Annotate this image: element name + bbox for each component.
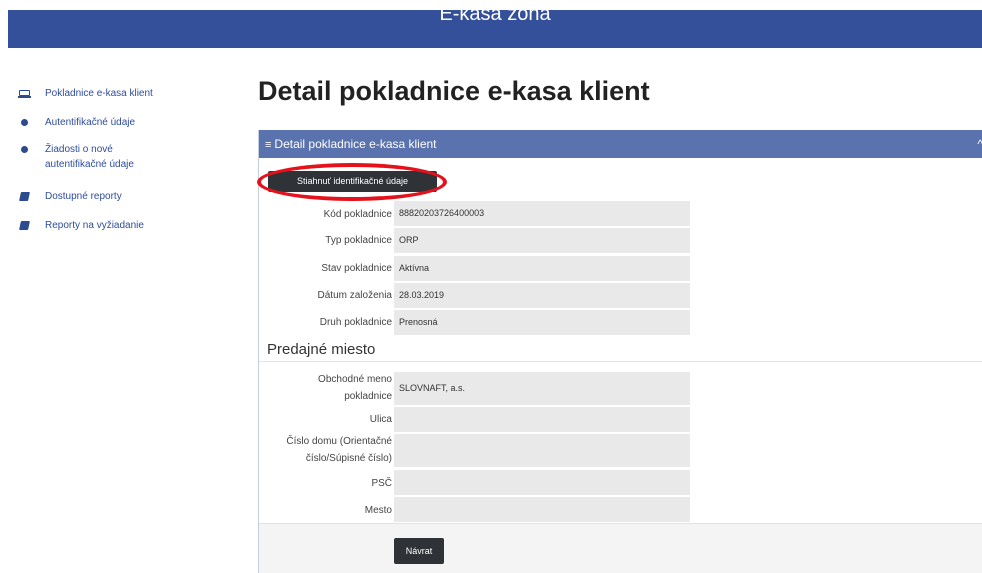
sidebar-item-autentifikacne-udaje[interactable]: Autentifikačné údaje — [18, 115, 175, 130]
app-title: E-kasa zóna — [439, 3, 551, 25]
menu-icon: ≡ — [265, 139, 272, 151]
field-label-druh: Druh pokladnice — [319, 317, 392, 328]
back-button[interactable]: Návrat — [394, 538, 444, 564]
panel-header[interactable]: ≡ Detail pokladnice e-kasa klient ^ — [259, 130, 982, 158]
field-value-ulica — [394, 407, 690, 432]
field-value-kod: 88820203726400003 — [394, 201, 690, 226]
top-bar: E-kasa zóna — [8, 4, 982, 48]
sidebar-item-label[interactable]: Reporty na vyžiadanie — [45, 218, 175, 233]
field-value-obchodne-meno: SLOVNAFT, a.s. — [394, 372, 690, 405]
field-label-psc: PSČ — [371, 478, 392, 489]
sidebar-item-label[interactable]: Pokladnice e-kasa klient — [45, 86, 175, 101]
field-value-psc — [394, 470, 690, 495]
field-value-datum: 28.03.2019 — [394, 283, 690, 308]
field-label-ulica: Ulica — [369, 414, 392, 425]
dot-icon — [18, 115, 32, 130]
panel-title: Detail pokladnice e-kasa klient — [274, 137, 437, 151]
field-label-stav: Stav pokladnice — [321, 263, 392, 274]
sidebar-item-label[interactable]: Autentifikačné údaje — [45, 115, 175, 130]
chevron-up-icon[interactable]: ^ — [977, 130, 982, 158]
field-label-mesto: Mesto — [364, 505, 392, 516]
divider — [259, 361, 982, 362]
sidebar-item-label[interactable]: Žiadosti o nové autentifikačné údaje — [45, 142, 150, 172]
dot-icon — [18, 142, 32, 157]
field-value-mesto — [394, 497, 690, 522]
field-label-typ: Typ pokladnice — [325, 235, 392, 246]
field-label-datum: Dátum založenia — [317, 290, 392, 301]
field-label-obchodne-meno: Obchodné meno pokladnice — [318, 374, 392, 402]
sidebar-item-pokladnice[interactable]: Pokladnice e-kasa klient — [18, 86, 175, 101]
download-identification-button[interactable]: Stiahnuť identifikačné údaje — [268, 171, 437, 192]
sidebar-item-label[interactable]: Dostupné reporty — [45, 189, 175, 204]
field-label-kod: Kód pokladnice — [323, 209, 392, 220]
page-title: Detail pokladnice e-kasa klient — [258, 76, 650, 106]
field-value-typ: ORP — [394, 228, 690, 253]
laptop-icon — [18, 86, 32, 101]
field-label-cislo-domu: Číslo domu (Orientačné číslo/Súpisné čís… — [286, 436, 392, 464]
field-value-stav: Aktívna — [394, 256, 690, 281]
book-icon — [18, 189, 32, 204]
panel-footer — [259, 523, 982, 573]
book-icon — [18, 218, 32, 233]
sidebar-item-dostupne-reporty[interactable]: Dostupné reporty — [18, 189, 175, 204]
sidebar-item-ziadosti[interactable]: Žiadosti o nové autentifikačné údaje — [18, 142, 150, 172]
section-title: Predajné miesto — [267, 341, 376, 358]
sidebar-item-reporty-na-vyziadanie[interactable]: Reporty na vyžiadanie — [18, 218, 175, 233]
field-value-cislo-domu — [394, 434, 690, 467]
detail-panel: ≡ Detail pokladnice e-kasa klient ^ Stiah… — [257, 130, 982, 573]
field-value-druh: Prenosná — [394, 310, 690, 335]
